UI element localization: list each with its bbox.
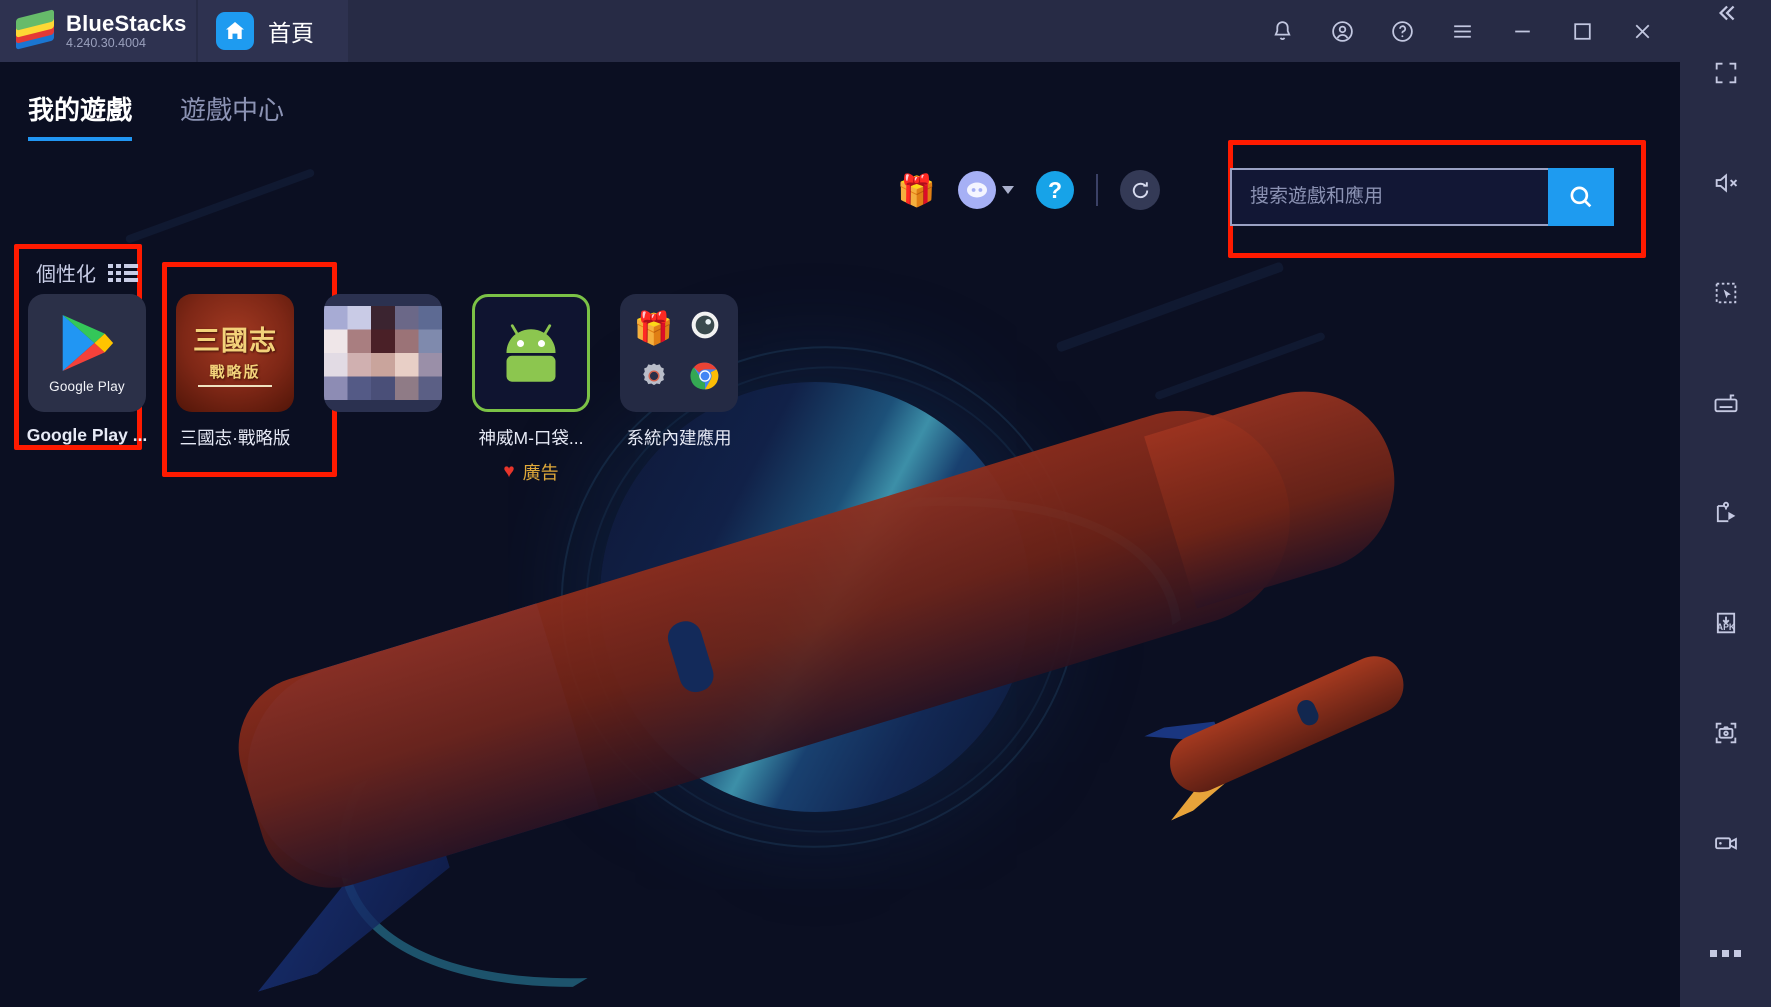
gift-icon[interactable]: 🎁 xyxy=(897,175,936,206)
action-icons: 🎁 ? xyxy=(897,170,1160,210)
search-input[interactable] xyxy=(1230,168,1548,226)
bluestacks-window: BlueStacks 4.240.30.4004 首頁 我的遊戲 遊戲中心 🎁 … xyxy=(0,0,1771,1007)
app-label: 三國志·戰略版 xyxy=(179,428,291,448)
brand-block: BlueStacks 4.240.30.4004 xyxy=(0,0,196,62)
app-sanguozhi-strategy[interactable]: 三國志 戰略版 三國志·戰略版 xyxy=(174,294,296,450)
icon-top-text: 三國志 xyxy=(193,326,277,356)
title-bar: BlueStacks 4.240.30.4004 首頁 xyxy=(0,0,1680,62)
install-apk-icon[interactable]: APK xyxy=(1680,590,1771,656)
category-label: 個性化 xyxy=(36,264,96,286)
divider xyxy=(1096,174,1098,206)
home-icon xyxy=(216,12,254,50)
close-icon[interactable] xyxy=(1612,0,1672,62)
library-tabs: 我的遊戲 遊戲中心 xyxy=(28,90,284,141)
app-tab-home[interactable]: 首頁 xyxy=(198,0,348,62)
chrome-icon xyxy=(689,360,721,397)
svg-text:APK: APK xyxy=(1716,622,1735,632)
bg-streak xyxy=(124,168,316,244)
tab-game-center[interactable]: 遊戲中心 xyxy=(180,90,284,141)
chevron-double-left-icon[interactable] xyxy=(1680,0,1771,26)
sanguozhi-strategy-icon: 三國志 戰略版 xyxy=(176,294,294,412)
camera-icon xyxy=(689,309,721,346)
app-grid: Google Play Google Play ... 三國志 戰略版 三國志·… xyxy=(26,294,740,485)
ad-label: 廣告 xyxy=(522,463,559,483)
google-play-wordmark: Google Play xyxy=(49,378,125,394)
blurred-app-icon xyxy=(324,294,442,412)
notifications-bell-icon[interactable] xyxy=(1252,0,1312,62)
window-controls xyxy=(1252,0,1680,62)
multi-select-pointer-icon[interactable] xyxy=(1680,260,1771,326)
record-video-icon[interactable] xyxy=(1680,810,1771,876)
brand-name: BlueStacks xyxy=(66,10,187,36)
search-button[interactable] xyxy=(1548,168,1614,226)
category-header: 個性化 xyxy=(36,258,138,287)
maximize-icon[interactable] xyxy=(1552,0,1612,62)
app-system-apps-folder[interactable]: 🎁 系統內建應用 xyxy=(618,294,740,450)
screenshot-icon[interactable] xyxy=(1680,700,1771,766)
app-google-play[interactable]: Google Play Google Play ... xyxy=(26,294,148,446)
right-toolbar: APK xyxy=(1680,0,1771,1007)
home-desktop: 我的遊戲 遊戲中心 🎁 ? 搜索遊戲和應用 個性化 Google Play Go… xyxy=(0,62,1680,1007)
system-apps-folder-icon: 🎁 xyxy=(620,294,738,412)
icon-bottom-text: 戰略版 xyxy=(209,364,261,381)
hamburger-menu-icon[interactable] xyxy=(1432,0,1492,62)
tab-my-games[interactable]: 我的遊戲 xyxy=(28,90,133,141)
account-icon[interactable] xyxy=(1312,0,1372,62)
android-robot-icon xyxy=(472,294,590,412)
app-label: 神威M-口袋... xyxy=(478,428,584,448)
search-bar xyxy=(1230,168,1614,226)
mute-icon[interactable] xyxy=(1680,150,1771,216)
minimize-icon[interactable] xyxy=(1492,0,1552,62)
search-icon xyxy=(1570,186,1592,208)
discord-icon xyxy=(958,171,996,209)
grid-layout-icon[interactable] xyxy=(108,263,138,282)
chevron-down-icon xyxy=(1002,186,1014,194)
google-play-icon: Google Play xyxy=(28,294,146,412)
icon-underline xyxy=(198,385,272,387)
more-options-icon[interactable] xyxy=(1680,920,1771,986)
bluestacks-logo-icon xyxy=(16,9,54,50)
settings-gear-icon xyxy=(638,360,670,397)
help-button[interactable]: ? xyxy=(1036,171,1074,209)
heart-icon: ♥ xyxy=(503,461,515,482)
discord-menu[interactable] xyxy=(958,171,1014,209)
app-tab-label: 首頁 xyxy=(268,20,314,46)
help-circle-icon[interactable] xyxy=(1372,0,1432,62)
app-label: Google Play ... xyxy=(26,425,148,445)
app-shenwei-m[interactable]: 神威M-口袋... ♥ 廣告 xyxy=(470,294,592,485)
macro-script-icon[interactable] xyxy=(1680,480,1771,546)
fullscreen-icon[interactable] xyxy=(1680,40,1771,106)
ad-badge: ♥ 廣告 xyxy=(503,459,558,485)
brand-version: 4.240.30.4004 xyxy=(66,35,146,50)
app-label: 系統內建應用 xyxy=(626,428,732,448)
keyboard-controls-icon[interactable] xyxy=(1680,370,1771,436)
refresh-icon[interactable] xyxy=(1120,170,1160,210)
gift-icon: 🎁 xyxy=(633,309,674,346)
app-blurred[interactable] xyxy=(322,294,444,425)
